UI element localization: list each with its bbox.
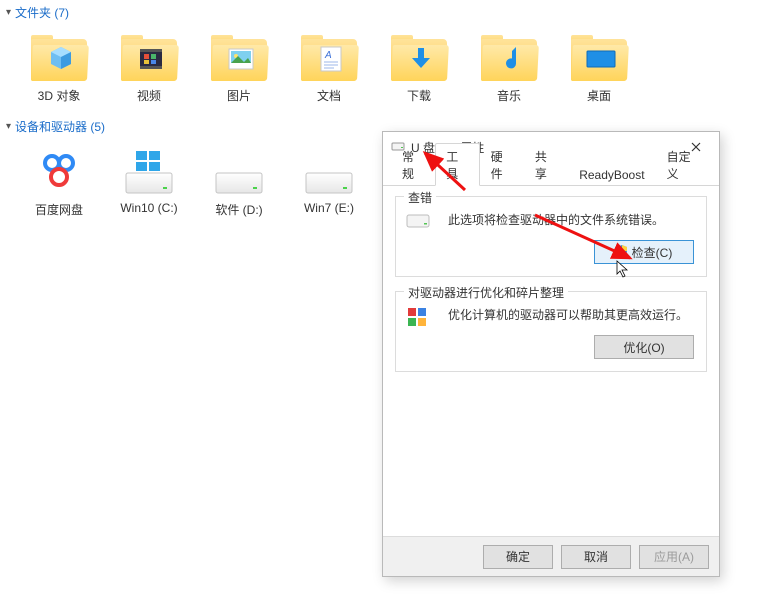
note-icon — [495, 45, 527, 73]
cube3d-icon — [45, 45, 77, 73]
chevron-down-icon: ▾ — [6, 7, 11, 18]
group-desc: 优化计算机的驱动器可以帮助其更高效运行。 — [448, 306, 694, 323]
item-label: 桌面 — [587, 87, 611, 104]
item-label: 3D 对象 — [38, 87, 81, 104]
item-label: 百度网盘 — [35, 201, 83, 218]
dialog-tabbar: 常规工具硬件共享ReadyBoost自定义 — [383, 162, 719, 186]
check-button[interactable]: 检查(C) — [594, 240, 694, 264]
tab-body-tools: 查错 此选项将检查驱动器中的文件系统错误。 检查(C) 对驱动器进行优化和碎片整… — [383, 186, 719, 536]
group-title: 查错 — [404, 189, 436, 206]
button-label: 应用(A) — [654, 548, 694, 565]
item-label: 文档 — [317, 87, 341, 104]
item-label: 软件 (D:) — [215, 201, 262, 218]
tab-ReadyBoost[interactable]: ReadyBoost — [568, 163, 655, 185]
shield-icon — [616, 245, 628, 260]
section-header-folders[interactable]: ▾ 文件夹 (7) — [0, 0, 783, 25]
folder-item[interactable]: 3D 对象 — [14, 29, 104, 110]
apply-button[interactable]: 应用(A) — [639, 545, 709, 569]
folder-icon — [31, 35, 87, 81]
download-icon — [405, 45, 437, 73]
folder-icon: A — [301, 35, 357, 81]
folder-icon — [481, 35, 537, 81]
item-label: Win7 (E:) — [304, 201, 354, 215]
item-label: 视频 — [137, 87, 161, 104]
folder-item[interactable]: 音乐 — [464, 29, 554, 110]
tab-常规[interactable]: 常规 — [391, 143, 435, 185]
drive-icon — [406, 211, 430, 233]
item-label: 下载 — [407, 87, 431, 104]
button-label: 取消 — [584, 548, 608, 565]
drive-icon — [31, 149, 87, 195]
drive-item[interactable]: 软件 (D:) — [194, 143, 284, 224]
item-label: Win10 (C:) — [120, 201, 177, 215]
optimize-button[interactable]: 优化(O) — [594, 335, 694, 359]
group-optimize: 对驱动器进行优化和碎片整理 优化计算机的驱动器可以帮助其更高效运行。 优化(O) — [395, 291, 707, 372]
folder-item[interactable]: 桌面 — [554, 29, 644, 110]
button-label: 优化(O) — [623, 339, 664, 356]
properties-dialog: U 盘 (F:) 属性 常规工具硬件共享ReadyBoost自定义 查错 此选项… — [382, 131, 720, 577]
folder-icon — [391, 35, 447, 81]
desktop-icon — [585, 45, 617, 73]
section-title: 设备和驱动器 (5) — [15, 118, 105, 135]
folder-item[interactable]: 视频 — [104, 29, 194, 110]
folders-row: 3D 对象 视频 图片 A 文档 下载 音乐 桌面 — [0, 25, 783, 114]
group-error-checking: 查错 此选项将检查驱动器中的文件系统错误。 检查(C) — [395, 196, 707, 277]
photo-icon — [225, 45, 257, 73]
drive-item[interactable]: 百度网盘 — [14, 143, 104, 224]
tab-工具[interactable]: 工具 — [435, 143, 479, 186]
drive-icon — [121, 149, 177, 195]
group-desc: 此选项将检查驱动器中的文件系统错误。 — [448, 211, 694, 228]
drive-icon — [211, 149, 267, 195]
tab-自定义[interactable]: 自定义 — [656, 143, 711, 185]
folder-item[interactable]: 图片 — [194, 29, 284, 110]
film-icon — [135, 45, 167, 73]
doc-icon: A — [315, 45, 347, 73]
item-label: 音乐 — [497, 87, 521, 104]
svg-text:A: A — [324, 50, 332, 61]
ok-button[interactable]: 确定 — [483, 545, 553, 569]
drive-icon — [301, 149, 357, 195]
folder-icon — [571, 35, 627, 81]
defrag-icon — [406, 306, 430, 328]
drive-item[interactable]: Win10 (C:) — [104, 143, 194, 224]
button-label: 检查(C) — [632, 244, 673, 261]
tab-共享[interactable]: 共享 — [524, 143, 568, 185]
button-label: 确定 — [506, 548, 530, 565]
drive-item[interactable]: Win7 (E:) — [284, 143, 374, 224]
cancel-button[interactable]: 取消 — [561, 545, 631, 569]
tab-硬件[interactable]: 硬件 — [480, 143, 524, 185]
section-title: 文件夹 (7) — [15, 4, 69, 21]
folder-item[interactable]: 下载 — [374, 29, 464, 110]
chevron-down-icon: ▾ — [6, 121, 11, 132]
folder-icon — [121, 35, 177, 81]
folder-item[interactable]: A 文档 — [284, 29, 374, 110]
dialog-footer: 确定 取消 应用(A) — [383, 536, 719, 576]
folder-icon — [211, 35, 267, 81]
item-label: 图片 — [227, 87, 251, 104]
group-title: 对驱动器进行优化和碎片整理 — [404, 284, 568, 301]
